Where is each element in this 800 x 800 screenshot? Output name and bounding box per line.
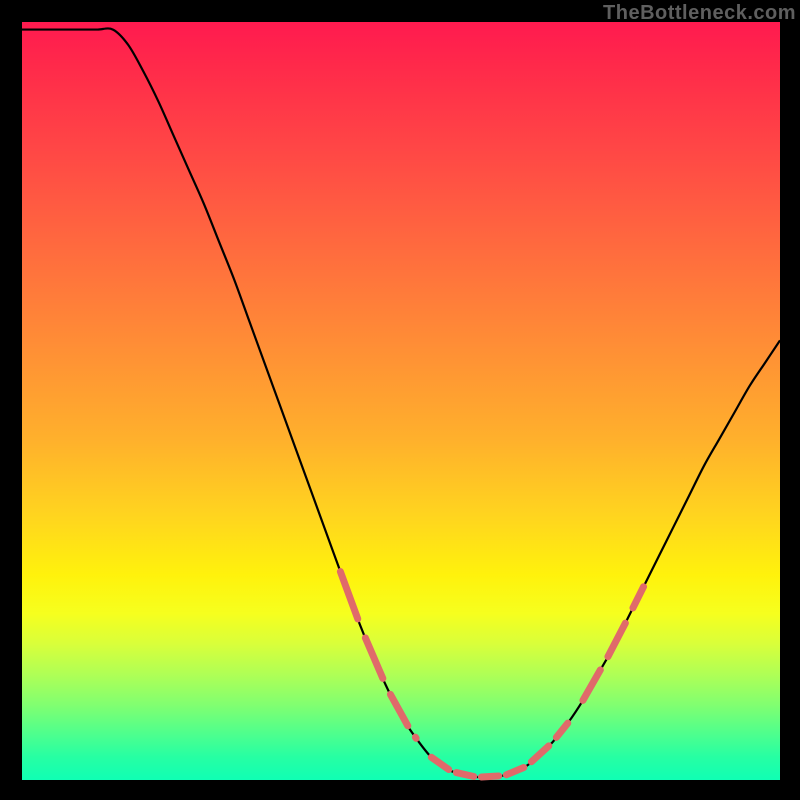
dashed-overlay — [340, 572, 643, 777]
bottleneck-curve — [22, 28, 780, 777]
chart-stage: TheBottleneck.com — [0, 0, 800, 800]
plot-area — [22, 22, 780, 780]
curve-svg — [22, 22, 780, 780]
